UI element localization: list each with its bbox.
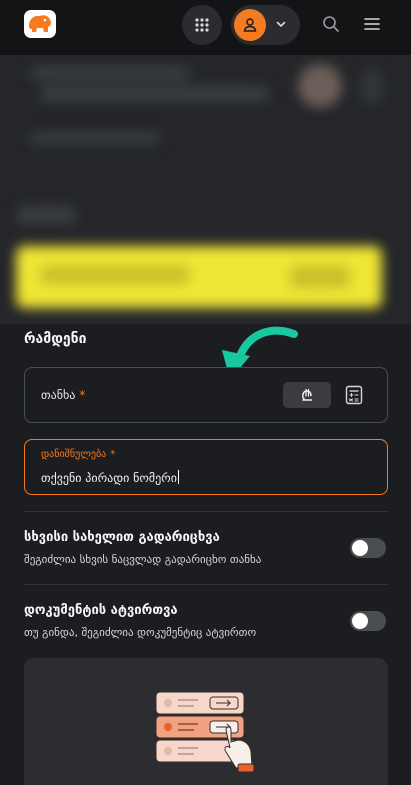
section-title: რამდენი [24,331,87,347]
personal-id-input[interactable]: თქვენი პირადი ნომერი [41,470,179,485]
illustration-card [24,658,388,785]
option-description-on-behalf: შეგიძლია სხვის ნაცვლად გადარიცხო თანხა [24,553,262,566]
search-icon[interactable] [322,15,340,33]
blurred-recipient-section [0,56,411,324]
calculator-icon[interactable] [345,385,363,405]
toggle-knob [352,540,368,556]
option-title-upload-document: დოკუმენტის ატვირთვა [24,603,178,618]
user-icon [243,18,257,32]
avatar [234,9,266,41]
text-caret [177,470,179,484]
amount-field[interactable]: თანხა * [24,367,388,423]
lari-icon [302,388,313,401]
toggle-knob [352,613,368,629]
profile-menu-button[interactable] [231,5,300,45]
chevron-down-icon [276,21,286,27]
divider [24,511,388,512]
option-description-upload-document: თუ გინდა, შეგიძლია დოკუმენტიც ატვირთო [24,626,257,639]
top-bar [0,0,411,56]
currency-button[interactable] [283,382,331,408]
option-title-on-behalf: სხვისი სახელით გადარიცხვა [24,530,220,545]
apps-grid-button[interactable] [182,5,222,45]
divider [24,584,388,585]
personal-id-label: დანიშნულება * [41,449,116,460]
apps-grid-icon [195,18,209,32]
account-selection-illustration-icon [155,691,255,773]
toggle-upload-document[interactable] [350,611,386,631]
amount-label: თანხა * [41,388,86,402]
hamburger-menu-icon[interactable] [364,17,380,31]
lion-logo-icon[interactable] [24,10,56,38]
personal-id-field[interactable]: დანიშნულება * თქვენი პირადი ნომერი [24,439,388,495]
toggle-on-behalf[interactable] [350,538,386,558]
